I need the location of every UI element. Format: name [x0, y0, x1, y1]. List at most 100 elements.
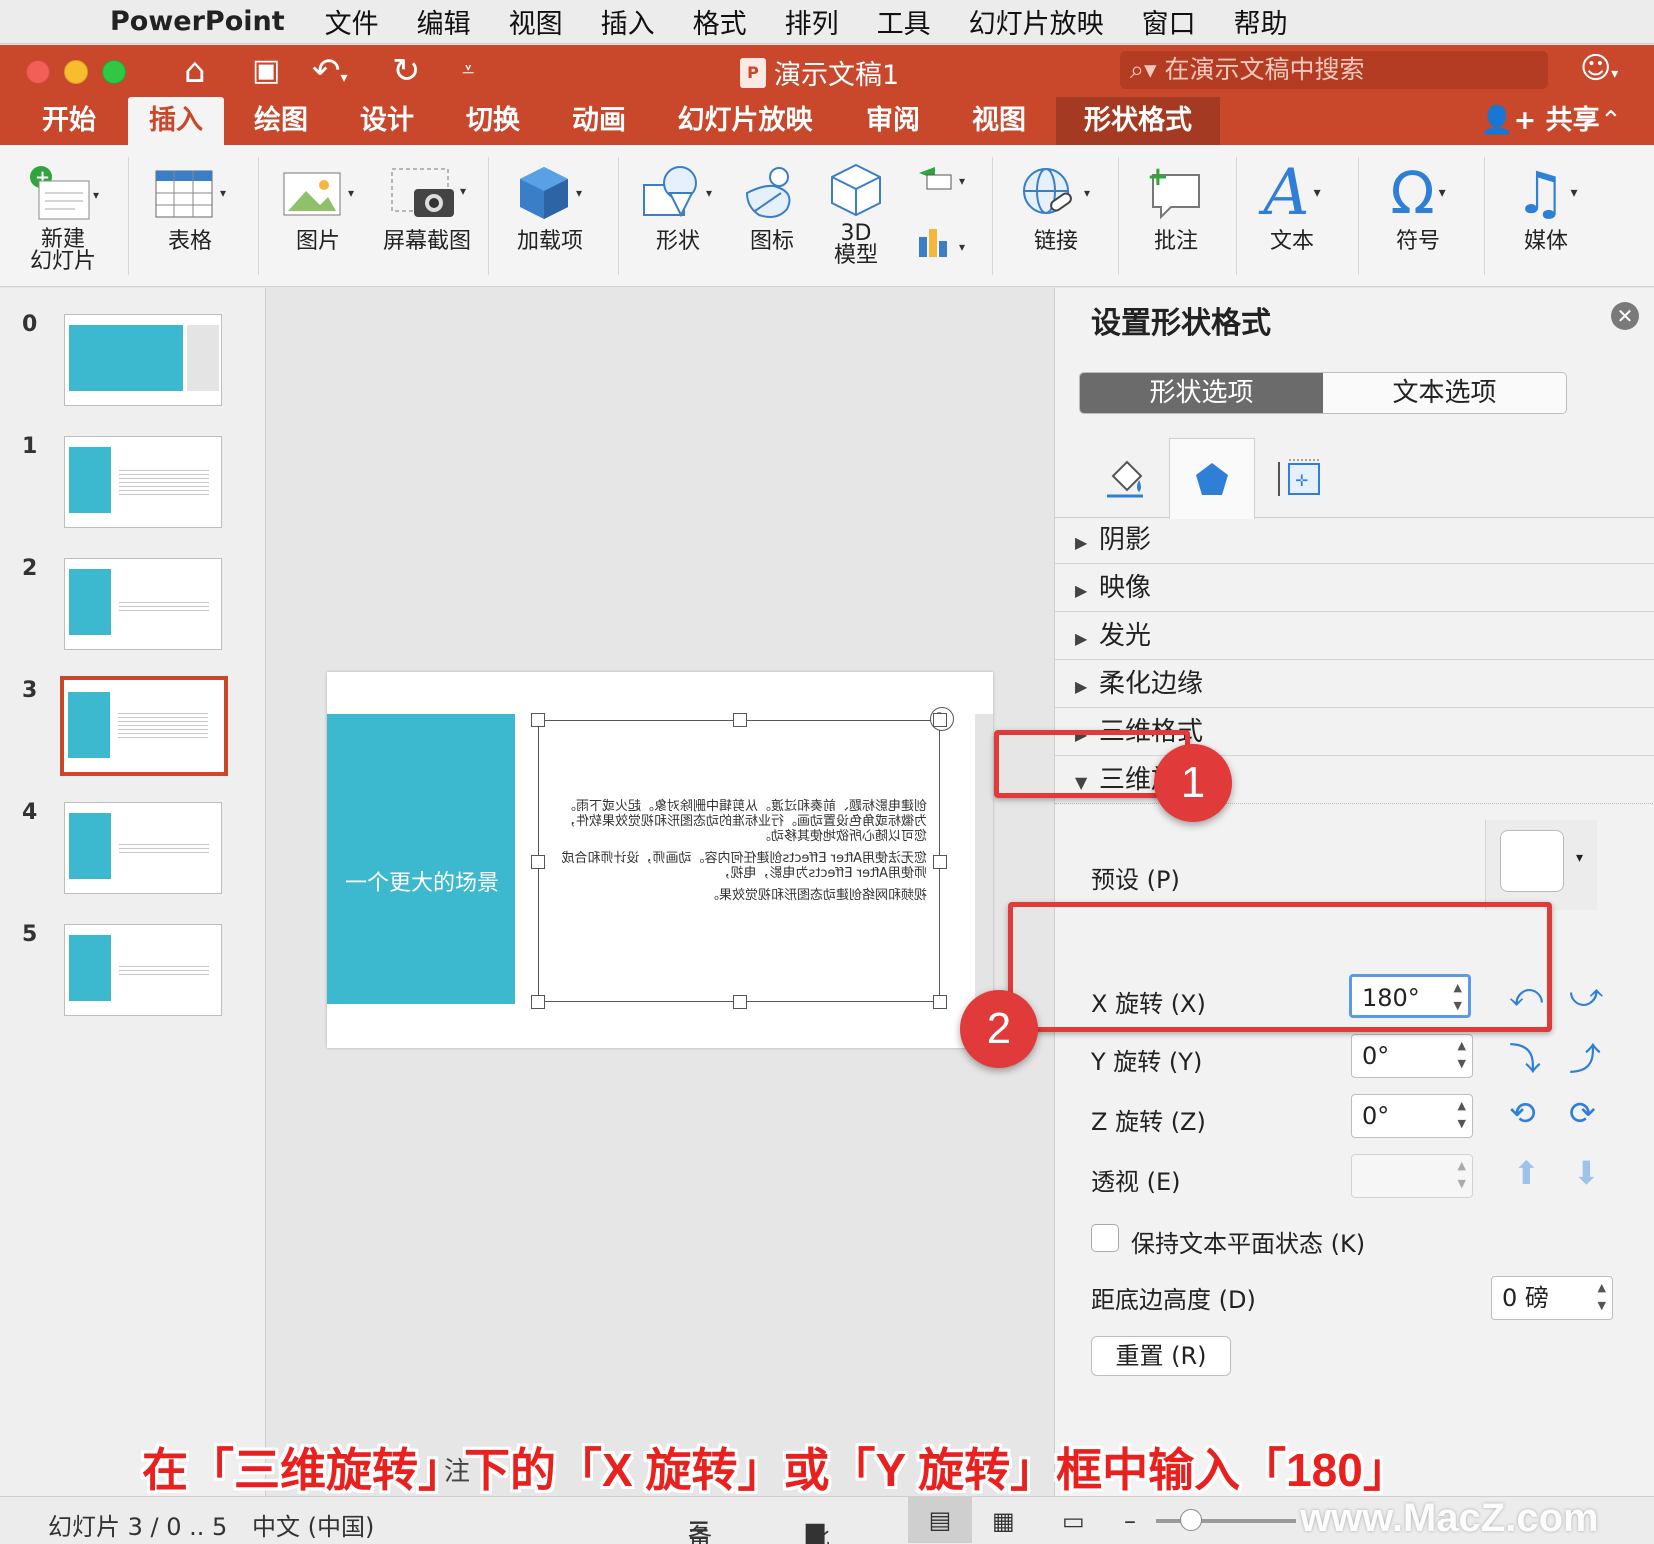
addins-button[interactable]: ▾ 加载项 — [500, 157, 600, 255]
reading-view-icon[interactable]: ▭ — [1062, 1507, 1085, 1535]
slide-title[interactable]: 一个更大的场景 — [345, 870, 505, 898]
perspective-input[interactable]: ▲ ▼ — [1351, 1154, 1473, 1198]
undo-icon[interactable]: ↶▾ — [312, 51, 348, 98]
link-button[interactable]: ▾ 链接 — [1008, 157, 1104, 255]
resize-handle[interactable] — [933, 713, 947, 727]
resize-handle[interactable] — [733, 713, 747, 727]
slide-thumbnail-1[interactable] — [64, 436, 222, 528]
collapse-ribbon-icon[interactable]: ⌃ — [1600, 97, 1622, 145]
y-rotation-input[interactable]: 0° ▲ ▼ — [1351, 1034, 1473, 1078]
table-button[interactable]: ▾ 表格 — [140, 157, 240, 255]
tab-shape-format[interactable]: 形状格式 — [1056, 97, 1220, 145]
rotated-text-box[interactable]: ↻ 创建电影标题、前奏和过渡。从剪辑中删除对象。起火或下雨。为徽标或角色设置动画… — [531, 707, 954, 1009]
menu-edit[interactable]: 编辑 — [417, 2, 471, 41]
menu-file[interactable]: 文件 — [325, 2, 379, 41]
menu-slideshow[interactable]: 幻灯片放映 — [969, 2, 1104, 41]
customize-toolbar-icon[interactable]: ⩡ — [462, 51, 474, 91]
screenshot-button[interactable]: ▾ 屏幕截图 — [372, 157, 482, 255]
tab-design[interactable]: 设计 — [342, 97, 432, 145]
resize-handle[interactable] — [933, 995, 947, 1009]
tab-animations[interactable]: 动画 — [554, 97, 644, 145]
zoom-out-icon[interactable]: – — [1124, 1507, 1136, 1535]
svg-text:▾: ▾ — [959, 240, 965, 254]
x-rotate-right-icon[interactable]: ⤻ — [1569, 976, 1603, 1015]
new-slide-button[interactable]: + ▾ 新建 幻灯片 — [18, 157, 108, 273]
language-indicator[interactable]: 中文 (中国) — [252, 1507, 374, 1542]
resize-handle[interactable] — [933, 855, 947, 869]
normal-view-icon[interactable]: ▤ — [908, 1497, 972, 1543]
slide-thumbnail-2[interactable] — [64, 558, 222, 650]
slide-thumbnail-4[interactable] — [64, 802, 222, 894]
tab-text-options[interactable]: 文本选项 — [1323, 373, 1566, 413]
distance-input[interactable]: 0 磅 ▲ ▼ — [1491, 1276, 1613, 1320]
tab-draw[interactable]: 绘图 — [236, 97, 326, 145]
stepper-arrows-icon[interactable]: ▲ ▼ — [1458, 1097, 1466, 1133]
zoom-window-button[interactable] — [102, 60, 126, 84]
effects-pentagon-icon[interactable] — [1169, 438, 1255, 519]
symbol-button[interactable]: Ω ▾ 符号 — [1370, 157, 1466, 255]
section-reflection[interactable]: ▶ 映像 — [1055, 564, 1654, 612]
size-properties-icon[interactable]: ✛ — [1255, 438, 1341, 518]
stepper-arrows-icon[interactable]: ▲ ▼ — [1598, 1279, 1606, 1315]
z-rotation-input[interactable]: 0° ▲ ▼ — [1351, 1094, 1473, 1138]
tab-shape-options[interactable]: 形状选项 — [1080, 373, 1323, 413]
share-button[interactable]: 👤+ 共享 — [1480, 97, 1600, 145]
save-icon[interactable]: ▣ — [252, 51, 280, 91]
current-slide[interactable]: 一个更大的场景 ↻ 创建电影标题、前奏和过渡。从剪辑中删除对象。起火或下雨。为徽… — [327, 672, 993, 1048]
resize-handle[interactable] — [531, 855, 545, 869]
tab-insert[interactable]: 插入 — [128, 97, 224, 145]
resize-handle[interactable] — [531, 995, 545, 1009]
menu-format[interactable]: 格式 — [693, 2, 747, 41]
z-rotate-ccw-icon[interactable]: ⟲ — [1509, 1094, 1536, 1132]
redo-icon[interactable]: ↻ — [392, 51, 421, 91]
y-rotate-up-icon[interactable]: ⤴ — [1569, 1034, 1601, 1080]
keep-text-flat-checkbox[interactable] — [1091, 1224, 1119, 1252]
menu-tools[interactable]: 工具 — [877, 2, 931, 41]
tab-transitions[interactable]: 切换 — [448, 97, 538, 145]
section-glow[interactable]: ▶ 发光 — [1055, 612, 1654, 660]
app-name[interactable]: PowerPoint — [110, 6, 285, 37]
menu-window[interactable]: 窗口 — [1142, 2, 1196, 41]
media-button[interactable]: ♫ ▾ 媒体 — [1496, 157, 1596, 255]
text-button[interactable]: A ▾ 文本 — [1244, 156, 1340, 255]
z-rotation-label: Z 旋转 (Z) — [1091, 1108, 1206, 1136]
section-soft-edges[interactable]: ▶ 柔化边缘 — [1055, 660, 1654, 708]
slide-thumbnail-3-selected[interactable] — [60, 676, 228, 776]
menu-insert[interactable]: 插入 — [601, 2, 655, 41]
feedback-smiley-icon[interactable]: ☺▾ — [1580, 51, 1618, 86]
smartart-button[interactable]: ▾ — [906, 163, 976, 205]
tab-review[interactable]: 审阅 — [848, 97, 938, 145]
search-input[interactable]: ⌕▾ 在演示文稿中搜索 — [1120, 51, 1548, 89]
close-pane-icon[interactable]: ✕ — [1611, 302, 1639, 330]
stepper-arrows-icon[interactable]: ▲ ▼ — [1458, 1037, 1466, 1073]
perspective-label: 透视 (E) — [1091, 1168, 1181, 1196]
minimize-window-button[interactable] — [64, 60, 88, 84]
resize-handle[interactable] — [531, 713, 545, 727]
slide-thumbnail-0[interactable] — [64, 314, 222, 406]
y-rotate-down-icon[interactable]: ⤵ — [1509, 1034, 1541, 1080]
home-icon[interactable]: ⌂ — [184, 51, 206, 91]
tab-view[interactable]: 视图 — [954, 97, 1044, 145]
resize-handle[interactable] — [733, 995, 747, 1009]
icons-button[interactable]: 图标 — [730, 157, 814, 255]
slide-sorter-icon[interactable]: ▦ — [992, 1507, 1015, 1535]
section-shadow[interactable]: ▶ 阴影 — [1055, 516, 1654, 564]
picture-button[interactable]: ▾ 图片 — [268, 157, 368, 255]
preset-gallery[interactable]: ▾ — [1485, 820, 1597, 910]
close-window-button[interactable] — [26, 60, 50, 84]
chart-button[interactable]: ▾ — [906, 225, 976, 267]
comment-button[interactable]: + 批注 — [1130, 157, 1222, 255]
zoom-slider[interactable] — [1156, 1519, 1296, 1523]
zoom-slider-thumb[interactable] — [1180, 1509, 1202, 1531]
menu-arrange[interactable]: 排列 — [785, 2, 839, 41]
menu-view[interactable]: 视图 — [509, 2, 563, 41]
menu-help[interactable]: 帮助 — [1234, 2, 1288, 41]
tab-home[interactable]: 开始 — [24, 97, 114, 145]
3d-model-button[interactable]: 3D 模型 — [814, 157, 898, 267]
z-rotate-cw-icon[interactable]: ⟳ — [1569, 1094, 1596, 1132]
shapes-button[interactable]: ▾ 形状 — [628, 157, 728, 255]
slide-thumbnail-5[interactable] — [64, 924, 222, 1016]
fill-line-icon[interactable] — [1081, 438, 1167, 518]
reset-button[interactable]: 重置 (R) — [1091, 1336, 1231, 1376]
tab-slideshow[interactable]: 幻灯片放映 — [670, 97, 820, 145]
